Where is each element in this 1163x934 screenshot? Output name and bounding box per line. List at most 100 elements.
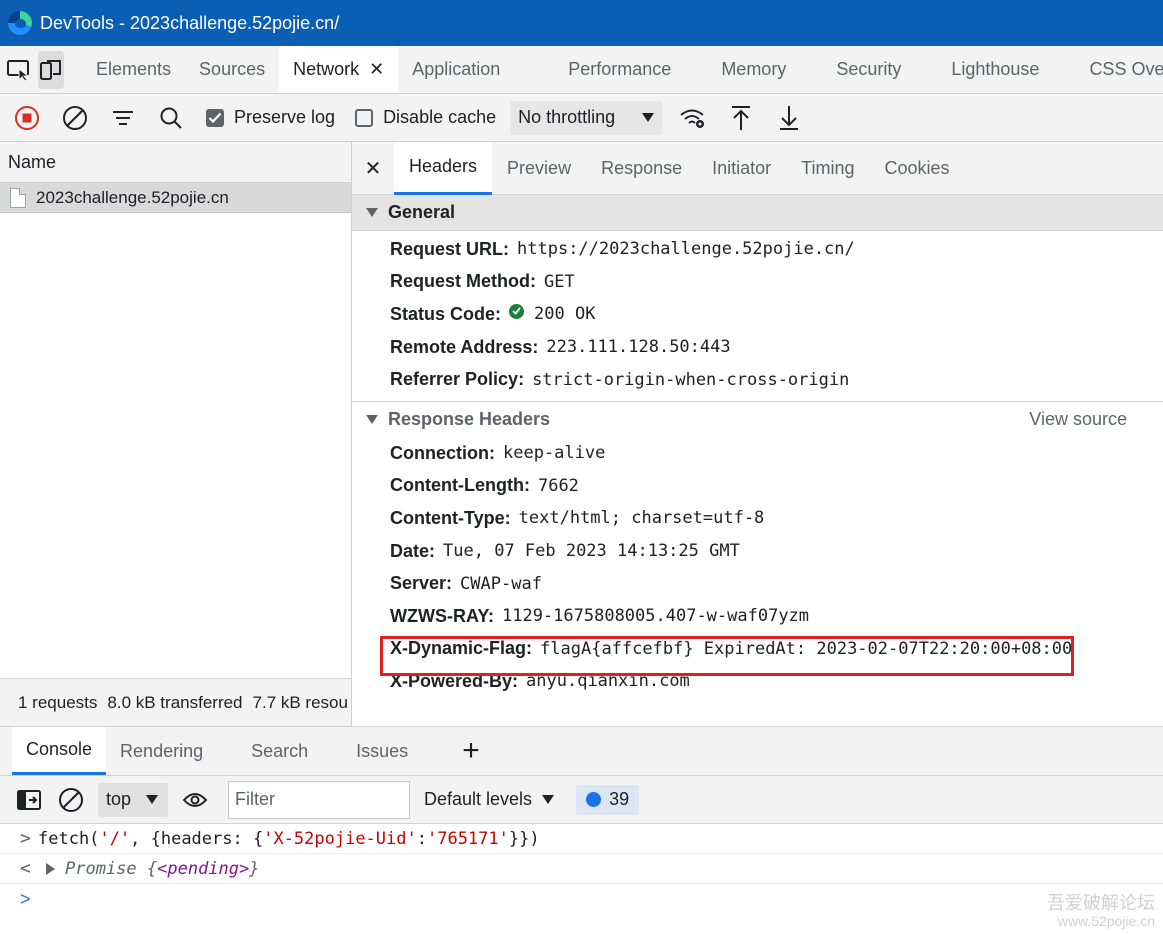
search-button[interactable] — [150, 98, 192, 138]
header-row: Date: Tue, 07 Feb 2023 14:13:25 GMT — [390, 540, 740, 562]
tab-timing[interactable]: Timing — [786, 142, 869, 195]
collapse-triangle-icon — [366, 414, 378, 424]
sidebar-toggle-icon — [17, 789, 41, 810]
request-name: 2023challenge.52pojie.cn — [36, 187, 229, 207]
console-filter-input[interactable] — [228, 780, 410, 819]
general-section: Request URL: https://2023challenge.52poji… — [352, 231, 1163, 396]
tab-cookies[interactable]: Cookies — [870, 142, 965, 195]
tab-console[interactable]: Console — [12, 727, 107, 775]
context-select[interactable]: top — [98, 782, 168, 817]
tab-rendering[interactable]: Rendering — [106, 727, 217, 775]
console-result-line[interactable]: < Promise {<pending>} — [0, 854, 1163, 884]
stop-recording-button[interactable] — [6, 98, 48, 138]
messages-badge[interactable]: 39 — [576, 784, 640, 815]
console-prompt-line[interactable]: > — [0, 884, 1163, 914]
export-har-button[interactable] — [768, 98, 810, 138]
device-emulation-button[interactable] — [38, 50, 64, 89]
close-detail-icon[interactable]: ✕ — [352, 156, 394, 181]
detail-tab-bar: ✕ Headers Preview Response Initiator Tim… — [352, 142, 1163, 195]
disable-cache-checkbox[interactable] — [355, 108, 374, 127]
console-output[interactable]: > fetch('/', {headers: {'X-52pojie-Uid':… — [0, 824, 1163, 934]
drawer-tab-bar: Console Rendering Search Issues + — [0, 726, 1163, 776]
console-toolbar: top Default levels 39 — [0, 776, 1163, 824]
header-row: WZWS-RAY: 1129-1675808005.407-w-waf07yzm — [390, 605, 810, 627]
inspect-icon — [7, 59, 30, 82]
filter-toggle-button[interactable] — [102, 98, 144, 138]
request-count: 1 requests — [18, 692, 98, 712]
resources-size: 7.7 kB resou — [252, 692, 348, 712]
document-icon — [10, 187, 26, 208]
expand-triangle-icon[interactable] — [46, 862, 55, 875]
input-prompt-icon: > — [20, 828, 31, 849]
live-expression-button[interactable] — [174, 780, 216, 820]
tab-performance[interactable]: Performance — [554, 46, 685, 93]
tab-headers[interactable]: Headers — [394, 142, 493, 195]
table-row[interactable]: 2023challenge.52pojie.cn — [0, 183, 351, 213]
chevron-down-icon — [542, 795, 555, 804]
console-sidebar-button[interactable] — [8, 780, 50, 820]
tab-application[interactable]: Application — [398, 46, 514, 93]
log-levels-select[interactable]: Default levels — [424, 789, 555, 810]
request-list-panel: Name 2023challenge.52pojie.cn 1 requests… — [0, 142, 352, 726]
checkmark-icon — [208, 112, 222, 123]
tab-issues[interactable]: Issues — [342, 727, 422, 775]
clear-icon — [63, 105, 87, 130]
transferred-size: 8.0 kB transferred — [107, 692, 243, 712]
watermark: 吾爱破解论坛 www.52pojie.cn — [1047, 893, 1155, 929]
chevron-down-icon — [146, 794, 158, 804]
edge-logo-icon — [8, 11, 32, 35]
header-row: Request URL: https://2023challenge.52poji… — [390, 238, 855, 260]
tab-elements[interactable]: Elements — [82, 46, 185, 93]
clear-icon — [59, 787, 83, 812]
network-conditions-button[interactable] — [672, 98, 714, 138]
message-bubble-icon — [586, 792, 602, 807]
window-title: DevTools - 2023challenge.52pojie.cn/ — [40, 12, 340, 33]
general-section-header[interactable]: General — [352, 195, 1163, 231]
response-headers-section-header[interactable]: Response Headers View source — [352, 400, 1163, 437]
import-har-button[interactable] — [720, 98, 762, 138]
header-row: Referrer Policy: strict-origin-when-cross… — [390, 369, 850, 390]
record-stop-icon — [15, 105, 39, 130]
wifi-settings-icon — [680, 109, 705, 128]
eye-icon — [182, 792, 208, 807]
download-icon — [780, 105, 799, 130]
clear-button[interactable] — [54, 98, 96, 138]
collapse-triangle-icon — [366, 208, 378, 217]
name-column-header[interactable]: Name — [0, 142, 351, 183]
tab-response[interactable]: Response — [586, 142, 697, 195]
header-row: Connection: keep-alive — [390, 442, 606, 464]
throttling-select[interactable]: No throttling — [510, 100, 663, 135]
result-arrow-icon: < — [20, 858, 31, 879]
tab-css-overview[interactable]: CSS Over — [1075, 46, 1163, 93]
add-tab-icon[interactable]: + — [462, 734, 480, 768]
tab-search[interactable]: Search — [237, 727, 322, 775]
search-icon — [160, 107, 182, 129]
tab-network[interactable]: Network ✕ — [279, 46, 399, 93]
tab-memory[interactable]: Memory — [707, 46, 800, 93]
clear-console-button[interactable] — [50, 780, 92, 820]
device-toggle-icon — [40, 59, 61, 80]
console-input-line: > fetch('/', {headers: {'X-52pojie-Uid':… — [0, 824, 1163, 854]
preserve-log-checkbox[interactable] — [206, 108, 224, 127]
tab-sources[interactable]: Sources — [185, 46, 279, 93]
highlight-box — [380, 636, 1074, 676]
title-bar: DevTools - 2023challenge.52pojie.cn/ — [0, 0, 1163, 46]
tab-initiator[interactable]: Initiator — [697, 142, 786, 195]
inspect-element-button[interactable] — [6, 51, 32, 89]
console-prompt-icon: > — [20, 888, 31, 909]
disable-cache-label: Disable cache — [383, 107, 497, 127]
tab-preview[interactable]: Preview — [492, 142, 586, 195]
main-tab-bar: Elements Sources Network ✕ Application Pe… — [0, 46, 1163, 94]
filter-icon — [113, 110, 133, 125]
network-toolbar: Preserve log Disable cache No throttling — [0, 94, 1163, 142]
header-row: Server: CWAP-waf — [390, 573, 542, 594]
upload-icon — [732, 105, 751, 130]
header-row: Request Method: GET — [390, 271, 575, 292]
header-row: Status Code: 200 OK — [390, 303, 596, 325]
tab-security[interactable]: Security — [822, 46, 915, 93]
close-tab-icon[interactable]: ✕ — [369, 59, 384, 80]
view-source-link[interactable]: View source — [1029, 409, 1127, 430]
tab-lighthouse[interactable]: Lighthouse — [937, 46, 1053, 93]
header-row: Content-Type: text/html; charset=utf-8 — [390, 507, 765, 529]
status-ok-icon — [509, 303, 525, 319]
